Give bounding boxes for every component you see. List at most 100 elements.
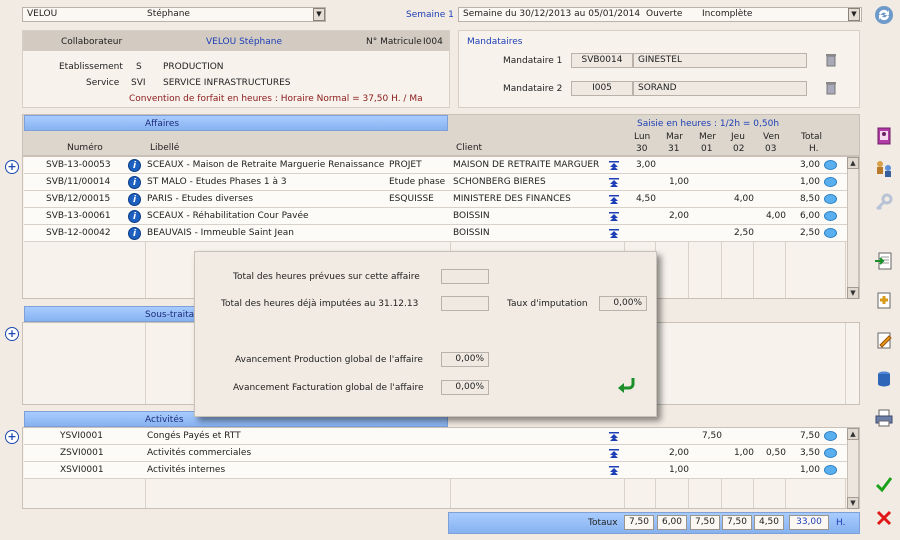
add-activite-button[interactable]: +	[5, 430, 19, 444]
comment-icon[interactable]	[824, 194, 837, 204]
expand-up-icon[interactable]	[609, 449, 619, 459]
day-value[interactable]	[693, 191, 725, 208]
day-value[interactable]	[757, 225, 789, 242]
scroll-up-button[interactable]: ▲	[847, 428, 859, 440]
day-value[interactable]	[725, 174, 757, 191]
day-value[interactable]: 2,00	[660, 208, 692, 225]
table-row[interactable]: YSVI0001 Congés Payés et RTT 7,50 7,50	[24, 428, 847, 445]
table-row[interactable]: SVB/11/00014 i ST MALO - Etudes Phases 1…	[24, 174, 847, 191]
day-value[interactable]: 3,00	[627, 157, 659, 174]
comment-icon[interactable]	[824, 228, 837, 238]
comment-icon[interactable]	[824, 177, 837, 187]
week-select[interactable]: Semaine du 30/12/2013 au 05/01/2014 Ouve…	[458, 7, 862, 22]
affaires-scrollbar[interactable]: ▲ ▼	[847, 157, 859, 299]
return-arrow-icon[interactable]	[617, 376, 637, 394]
day-value[interactable]: 1,00	[725, 445, 757, 462]
day-value[interactable]	[693, 174, 725, 191]
validate-check-icon[interactable]	[874, 474, 894, 494]
expand-up-icon[interactable]	[609, 178, 619, 188]
popup-value-production: 0,00%	[441, 352, 489, 367]
week-dropdown-button[interactable]: ▼	[848, 8, 860, 21]
trash-icon[interactable]	[825, 81, 837, 95]
comment-icon[interactable]	[824, 431, 837, 441]
day-value[interactable]	[725, 157, 757, 174]
day-value[interactable]	[693, 208, 725, 225]
day-value[interactable]: 4,00	[757, 208, 789, 225]
day-value[interactable]	[660, 428, 692, 445]
row-total: 2,50	[799, 228, 820, 238]
day-value[interactable]	[757, 462, 789, 479]
comment-icon[interactable]	[824, 448, 837, 458]
day-value[interactable]	[693, 225, 725, 242]
day-value[interactable]: 0,50	[757, 445, 789, 462]
day-value[interactable]: 4,50	[627, 191, 659, 208]
table-row[interactable]: SVB-12-00042 i BEAUVAIS - Immeuble Saint…	[24, 225, 847, 242]
day-value[interactable]	[627, 174, 659, 191]
activites-scrollbar[interactable]: ▲ ▼	[847, 428, 859, 509]
day-value[interactable]: 2,00	[660, 445, 692, 462]
add-sous-traitance-button[interactable]: +	[5, 327, 19, 341]
table-row[interactable]: ZSVI0001 Activités commerciales 2,00 1,0…	[24, 445, 847, 462]
day-lun-name: Lun	[634, 132, 651, 142]
comment-icon[interactable]	[824, 160, 837, 170]
comment-icon[interactable]	[824, 211, 837, 221]
comment-icon[interactable]	[824, 465, 837, 475]
refresh-icon[interactable]	[874, 5, 894, 25]
expand-up-icon[interactable]	[609, 466, 619, 476]
trash-icon[interactable]	[825, 53, 837, 67]
day-value[interactable]: 1,00	[660, 174, 692, 191]
day-value[interactable]	[757, 428, 789, 445]
day-jeu-num: 02	[733, 144, 745, 154]
collaborator-dropdown-button[interactable]: ▼	[313, 8, 325, 21]
day-value[interactable]	[693, 445, 725, 462]
user-switch-icon[interactable]	[874, 158, 894, 178]
info-icon[interactable]: i	[128, 176, 141, 189]
scroll-down-button[interactable]: ▼	[847, 287, 859, 299]
expand-up-icon[interactable]	[609, 195, 619, 205]
import-list-icon[interactable]	[874, 251, 894, 271]
day-value[interactable]	[757, 157, 789, 174]
day-value[interactable]	[693, 157, 725, 174]
scroll-up-button[interactable]: ▲	[847, 157, 859, 169]
table-row[interactable]: SVB-13-00053 i SCEAUX - Maison de Retrai…	[24, 157, 847, 174]
day-value[interactable]	[627, 428, 659, 445]
print-icon[interactable]	[874, 408, 894, 428]
info-icon[interactable]: i	[128, 227, 141, 240]
expand-up-icon[interactable]	[609, 161, 619, 171]
new-document-icon[interactable]	[874, 290, 894, 310]
day-value[interactable]	[725, 428, 757, 445]
day-value[interactable]: 1,00	[660, 462, 692, 479]
expand-up-icon[interactable]	[609, 212, 619, 222]
expand-up-icon[interactable]	[609, 432, 619, 442]
day-value[interactable]	[693, 462, 725, 479]
edit-document-icon[interactable]	[874, 330, 894, 350]
day-value[interactable]	[757, 174, 789, 191]
table-row[interactable]: XSVI0001 Activités internes 1,00 1,00	[24, 462, 847, 479]
table-row[interactable]: SVB-13-00061 i SCEAUX - Réhabilitation C…	[24, 208, 847, 225]
day-value[interactable]: 7,50	[693, 428, 725, 445]
info-icon[interactable]: i	[128, 193, 141, 206]
day-value[interactable]	[660, 157, 692, 174]
day-value[interactable]	[660, 225, 692, 242]
table-row[interactable]: SVB/12/00015 i PARIS - Etudes diverses E…	[24, 191, 847, 208]
day-value[interactable]	[660, 191, 692, 208]
day-value[interactable]: 2,50	[725, 225, 757, 242]
cancel-x-icon[interactable]	[874, 508, 894, 528]
day-value[interactable]	[627, 445, 659, 462]
expand-up-icon[interactable]	[609, 229, 619, 239]
day-value[interactable]	[725, 208, 757, 225]
info-icon[interactable]: i	[128, 159, 141, 172]
day-value[interactable]	[725, 462, 757, 479]
info-icon[interactable]: i	[128, 210, 141, 223]
add-affaire-button[interactable]: +	[5, 160, 19, 174]
key-icon[interactable]	[874, 192, 894, 212]
document-user-icon[interactable]	[874, 126, 894, 146]
day-value[interactable]	[627, 462, 659, 479]
day-value[interactable]: 4,00	[725, 191, 757, 208]
scroll-down-button[interactable]: ▼	[847, 497, 859, 509]
day-value[interactable]	[757, 191, 789, 208]
database-icon[interactable]	[874, 369, 894, 389]
day-value[interactable]	[627, 208, 659, 225]
day-value[interactable]	[627, 225, 659, 242]
collaborator-select[interactable]: VELOU Stéphane	[22, 7, 326, 22]
